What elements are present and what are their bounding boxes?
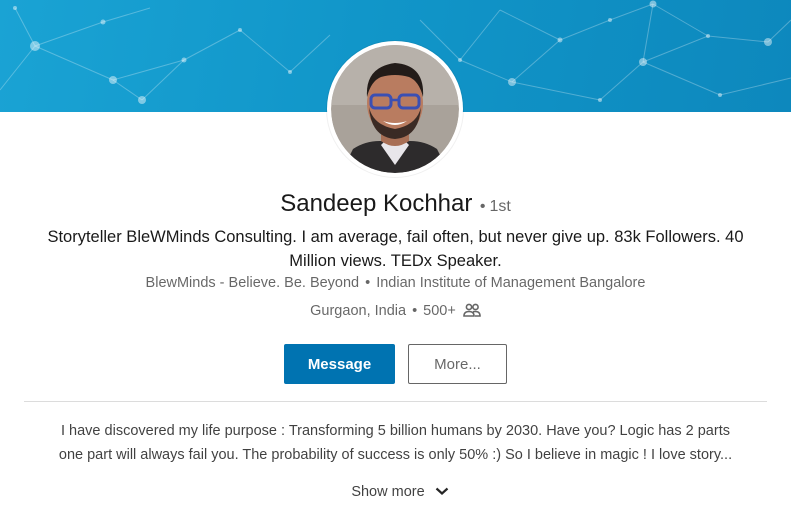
about-line: I have discovered my life purpose : Tran… — [61, 423, 730, 439]
location-connections: Gurgaon, India • 500+ — [0, 303, 791, 319]
about-summary: I have discovered my life purpose : Tran… — [20, 419, 771, 467]
message-button[interactable]: Message — [284, 344, 395, 384]
avatar[interactable] — [327, 41, 463, 177]
separator-dot: • — [365, 275, 371, 291]
experience-education: BlewMinds - Believe. Be. Beyond • Indian I… — [0, 275, 791, 291]
show-more-label: Show more — [351, 484, 425, 500]
profile-headline: Storyteller BleWMinds Consulting. I am a… — [47, 228, 744, 270]
location: Gurgaon, India — [310, 303, 407, 319]
profile-name: Sandeep Kochhar — [280, 190, 473, 217]
connection-degree: • 1st — [479, 198, 511, 215]
show-more-button[interactable]: Show more — [340, 480, 460, 504]
connections-count[interactable]: 500+ — [423, 303, 456, 319]
about-line: one part will always fail you. The proba… — [58, 447, 733, 463]
education-school[interactable]: Indian Institute of Management Bangalore — [376, 275, 645, 291]
separator-dot: • — [412, 303, 418, 319]
divider — [24, 401, 767, 402]
chevron-down-icon — [435, 487, 448, 495]
current-company[interactable]: BlewMinds - Believe. Be. Beyond — [146, 275, 360, 291]
people-icon — [463, 303, 481, 317]
degree-label: 1st — [489, 198, 511, 215]
more-actions-button[interactable]: More... — [408, 344, 507, 384]
name-row: Sandeep Kochhar • 1st — [0, 190, 791, 218]
profile-photo — [331, 45, 459, 173]
